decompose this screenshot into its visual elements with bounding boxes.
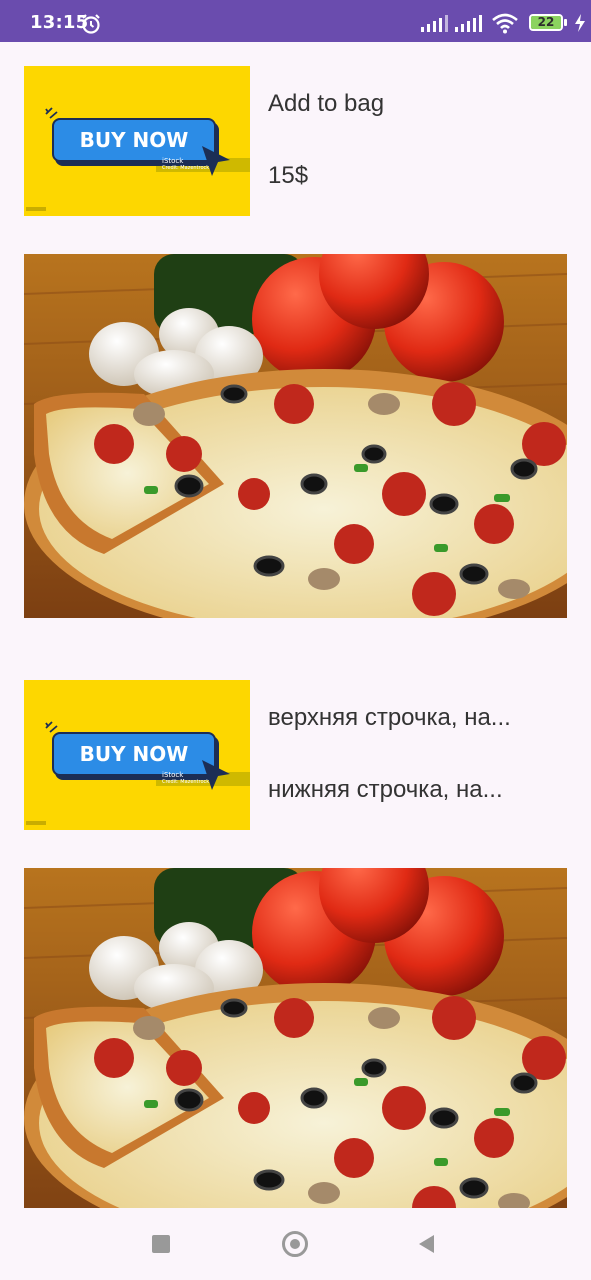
pizza-image xyxy=(24,254,567,618)
pizza-photo xyxy=(24,868,567,1208)
battery-tip xyxy=(564,19,567,26)
battery-icon: 22 xyxy=(529,14,563,31)
navigation-bar xyxy=(0,1208,591,1280)
item-bottom-text: 15$ xyxy=(268,162,309,189)
cursor-arrow-icon xyxy=(202,760,230,790)
charging-bolt-icon xyxy=(575,14,585,32)
cursor-arrow-icon xyxy=(202,146,230,176)
buy-now-button: BUY NOW xyxy=(52,118,216,162)
buy-now-image: BUY NOW iStock Credit: Mazentrock xyxy=(24,680,250,830)
pizza-image xyxy=(24,868,567,1208)
watermark: iStock xyxy=(162,771,184,779)
home-circle-inner xyxy=(290,1239,300,1249)
image-tag xyxy=(26,821,46,825)
buy-now-image: BUY NOW iStock Credit: Mazentrock xyxy=(24,66,250,216)
buy-now-button: BUY NOW xyxy=(52,732,216,776)
pizza-photo xyxy=(24,254,567,618)
image-tag xyxy=(26,207,46,211)
battery-level: 22 xyxy=(537,15,555,29)
alarm-icon xyxy=(82,14,100,34)
item-top-text: Add to bag xyxy=(268,90,385,117)
status-bar: 13:15 22 xyxy=(0,0,591,42)
list-item[interactable]: BUY NOW iStock Credit: Mazentrock Add to… xyxy=(24,66,567,216)
item-bottom-text: нижняя строчка, на... xyxy=(268,776,503,803)
watermark: iStock xyxy=(162,157,184,165)
signal-icon xyxy=(455,15,482,32)
list-item[interactable]: BUY NOW iStock Credit: Mazentrock верхня… xyxy=(24,680,567,830)
back-triangle-icon[interactable] xyxy=(416,1233,438,1255)
item-top-text: верхняя строчка, на... xyxy=(268,704,511,731)
recents-square-icon[interactable] xyxy=(152,1235,170,1253)
home-circle-icon[interactable] xyxy=(282,1231,308,1257)
signal-icon xyxy=(421,15,448,32)
wifi-icon xyxy=(492,13,518,34)
